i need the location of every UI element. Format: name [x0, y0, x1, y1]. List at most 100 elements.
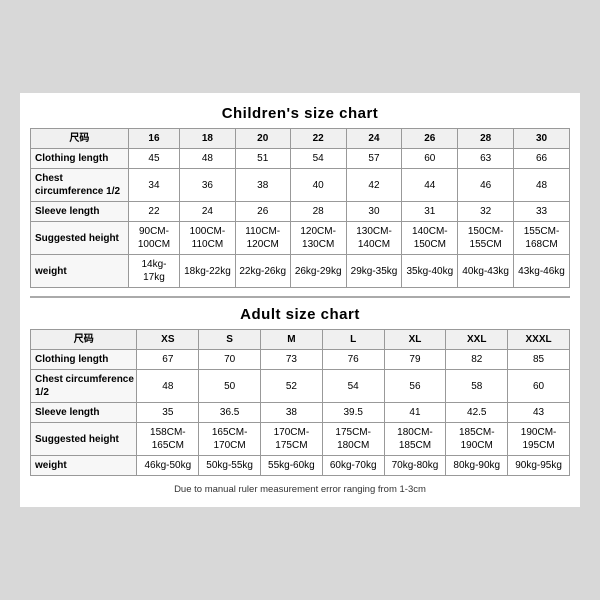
col-header-size: XXXL: [508, 330, 570, 350]
cell-value: 73: [261, 350, 323, 370]
row-label: Suggested height: [31, 423, 137, 456]
cell-value: 82: [446, 350, 508, 370]
cell-value: 90kg-95kg: [508, 456, 570, 476]
cell-value: 100CM-110CM: [180, 222, 235, 255]
cell-value: 66: [514, 149, 570, 169]
cell-value: 40: [290, 169, 346, 202]
divider: [30, 296, 570, 298]
cell-value: 57: [346, 149, 402, 169]
cell-value: 185CM-190CM: [446, 423, 508, 456]
cell-value: 18kg-22kg: [180, 255, 235, 288]
table-row: Chest circumference 1/23436384042444648: [31, 169, 570, 202]
cell-value: 41: [384, 403, 446, 423]
cell-value: 46kg-50kg: [137, 456, 199, 476]
row-label: weight: [31, 255, 129, 288]
cell-value: 60: [402, 149, 458, 169]
cell-value: 80kg-90kg: [446, 456, 508, 476]
cell-value: 43: [508, 403, 570, 423]
cell-value: 150CM-155CM: [458, 222, 514, 255]
col-header-size: XXL: [446, 330, 508, 350]
table-row: weight46kg-50kg50kg-55kg55kg-60kg60kg-70…: [31, 456, 570, 476]
cell-value: 60kg-70kg: [322, 456, 384, 476]
col-header-label: 尺码: [31, 129, 129, 149]
cell-value: 42: [346, 169, 402, 202]
cell-value: 58: [446, 370, 508, 403]
cell-value: 14kg-17kg: [128, 255, 179, 288]
cell-value: 34: [128, 169, 179, 202]
cell-value: 63: [458, 149, 514, 169]
cell-value: 54: [290, 149, 346, 169]
cell-value: 50: [199, 370, 261, 403]
cell-value: 40kg-43kg: [458, 255, 514, 288]
cell-value: 155CM-168CM: [514, 222, 570, 255]
cell-value: 29kg-35kg: [346, 255, 402, 288]
children-table: 尺码1618202224262830 Clothing length454851…: [30, 128, 570, 288]
table-row: Chest circumference 1/248505254565860: [31, 370, 570, 403]
col-header-size: M: [261, 330, 323, 350]
cell-value: 158CM-165CM: [137, 423, 199, 456]
col-header-size: XS: [137, 330, 199, 350]
cell-value: 38: [261, 403, 323, 423]
cell-value: 35kg-40kg: [402, 255, 458, 288]
cell-value: 190CM-195CM: [508, 423, 570, 456]
cell-value: 45: [128, 149, 179, 169]
cell-value: 60: [508, 370, 570, 403]
col-header-label: 尺码: [31, 330, 137, 350]
cell-value: 50kg-55kg: [199, 456, 261, 476]
table-row: Clothing length67707376798285: [31, 350, 570, 370]
cell-value: 48: [514, 169, 570, 202]
col-header-size: 26: [402, 129, 458, 149]
cell-value: 175CM-180CM: [322, 423, 384, 456]
cell-value: 55kg-60kg: [261, 456, 323, 476]
col-header-size: 30: [514, 129, 570, 149]
cell-value: 36.5: [199, 403, 261, 423]
footnote: Due to manual ruler measurement error ra…: [30, 484, 570, 495]
cell-value: 67: [137, 350, 199, 370]
row-label: Clothing length: [31, 350, 137, 370]
cell-value: 51: [235, 149, 290, 169]
cell-value: 180CM-185CM: [384, 423, 446, 456]
table-row: Sleeve length2224262830313233: [31, 202, 570, 222]
cell-value: 32: [458, 202, 514, 222]
col-header-size: S: [199, 330, 261, 350]
col-header-size: 28: [458, 129, 514, 149]
cell-value: 24: [180, 202, 235, 222]
cell-value: 35: [137, 403, 199, 423]
row-label: Sleeve length: [31, 403, 137, 423]
table-row: Suggested height158CM-165CM165CM-170CM17…: [31, 423, 570, 456]
size-chart-card: Children's size chart 尺码1618202224262830…: [20, 93, 580, 507]
cell-value: 79: [384, 350, 446, 370]
cell-value: 38: [235, 169, 290, 202]
table-row: Suggested height90CM-100CM100CM-110CM110…: [31, 222, 570, 255]
col-header-size: 22: [290, 129, 346, 149]
cell-value: 130CM-140CM: [346, 222, 402, 255]
cell-value: 46: [458, 169, 514, 202]
cell-value: 76: [322, 350, 384, 370]
children-title: Children's size chart: [30, 105, 570, 122]
table-row: Sleeve length3536.53839.54142.543: [31, 403, 570, 423]
cell-value: 30: [346, 202, 402, 222]
cell-value: 70: [199, 350, 261, 370]
cell-value: 36: [180, 169, 235, 202]
cell-value: 44: [402, 169, 458, 202]
cell-value: 170CM-175CM: [261, 423, 323, 456]
cell-value: 33: [514, 202, 570, 222]
row-label: Chest circumference 1/2: [31, 169, 129, 202]
cell-value: 43kg-46kg: [514, 255, 570, 288]
adult-table: 尺码XSSMLXLXXLXXXL Clothing length67707376…: [30, 329, 570, 476]
cell-value: 52: [261, 370, 323, 403]
row-label: weight: [31, 456, 137, 476]
cell-value: 90CM-100CM: [128, 222, 179, 255]
cell-value: 48: [137, 370, 199, 403]
adult-title: Adult size chart: [30, 306, 570, 323]
table-row: Clothing length4548515457606366: [31, 149, 570, 169]
cell-value: 140CM-150CM: [402, 222, 458, 255]
row-label: Suggested height: [31, 222, 129, 255]
cell-value: 120CM-130CM: [290, 222, 346, 255]
cell-value: 56: [384, 370, 446, 403]
cell-value: 54: [322, 370, 384, 403]
col-header-size: 16: [128, 129, 179, 149]
col-header-size: 18: [180, 129, 235, 149]
cell-value: 26: [235, 202, 290, 222]
col-header-size: 24: [346, 129, 402, 149]
